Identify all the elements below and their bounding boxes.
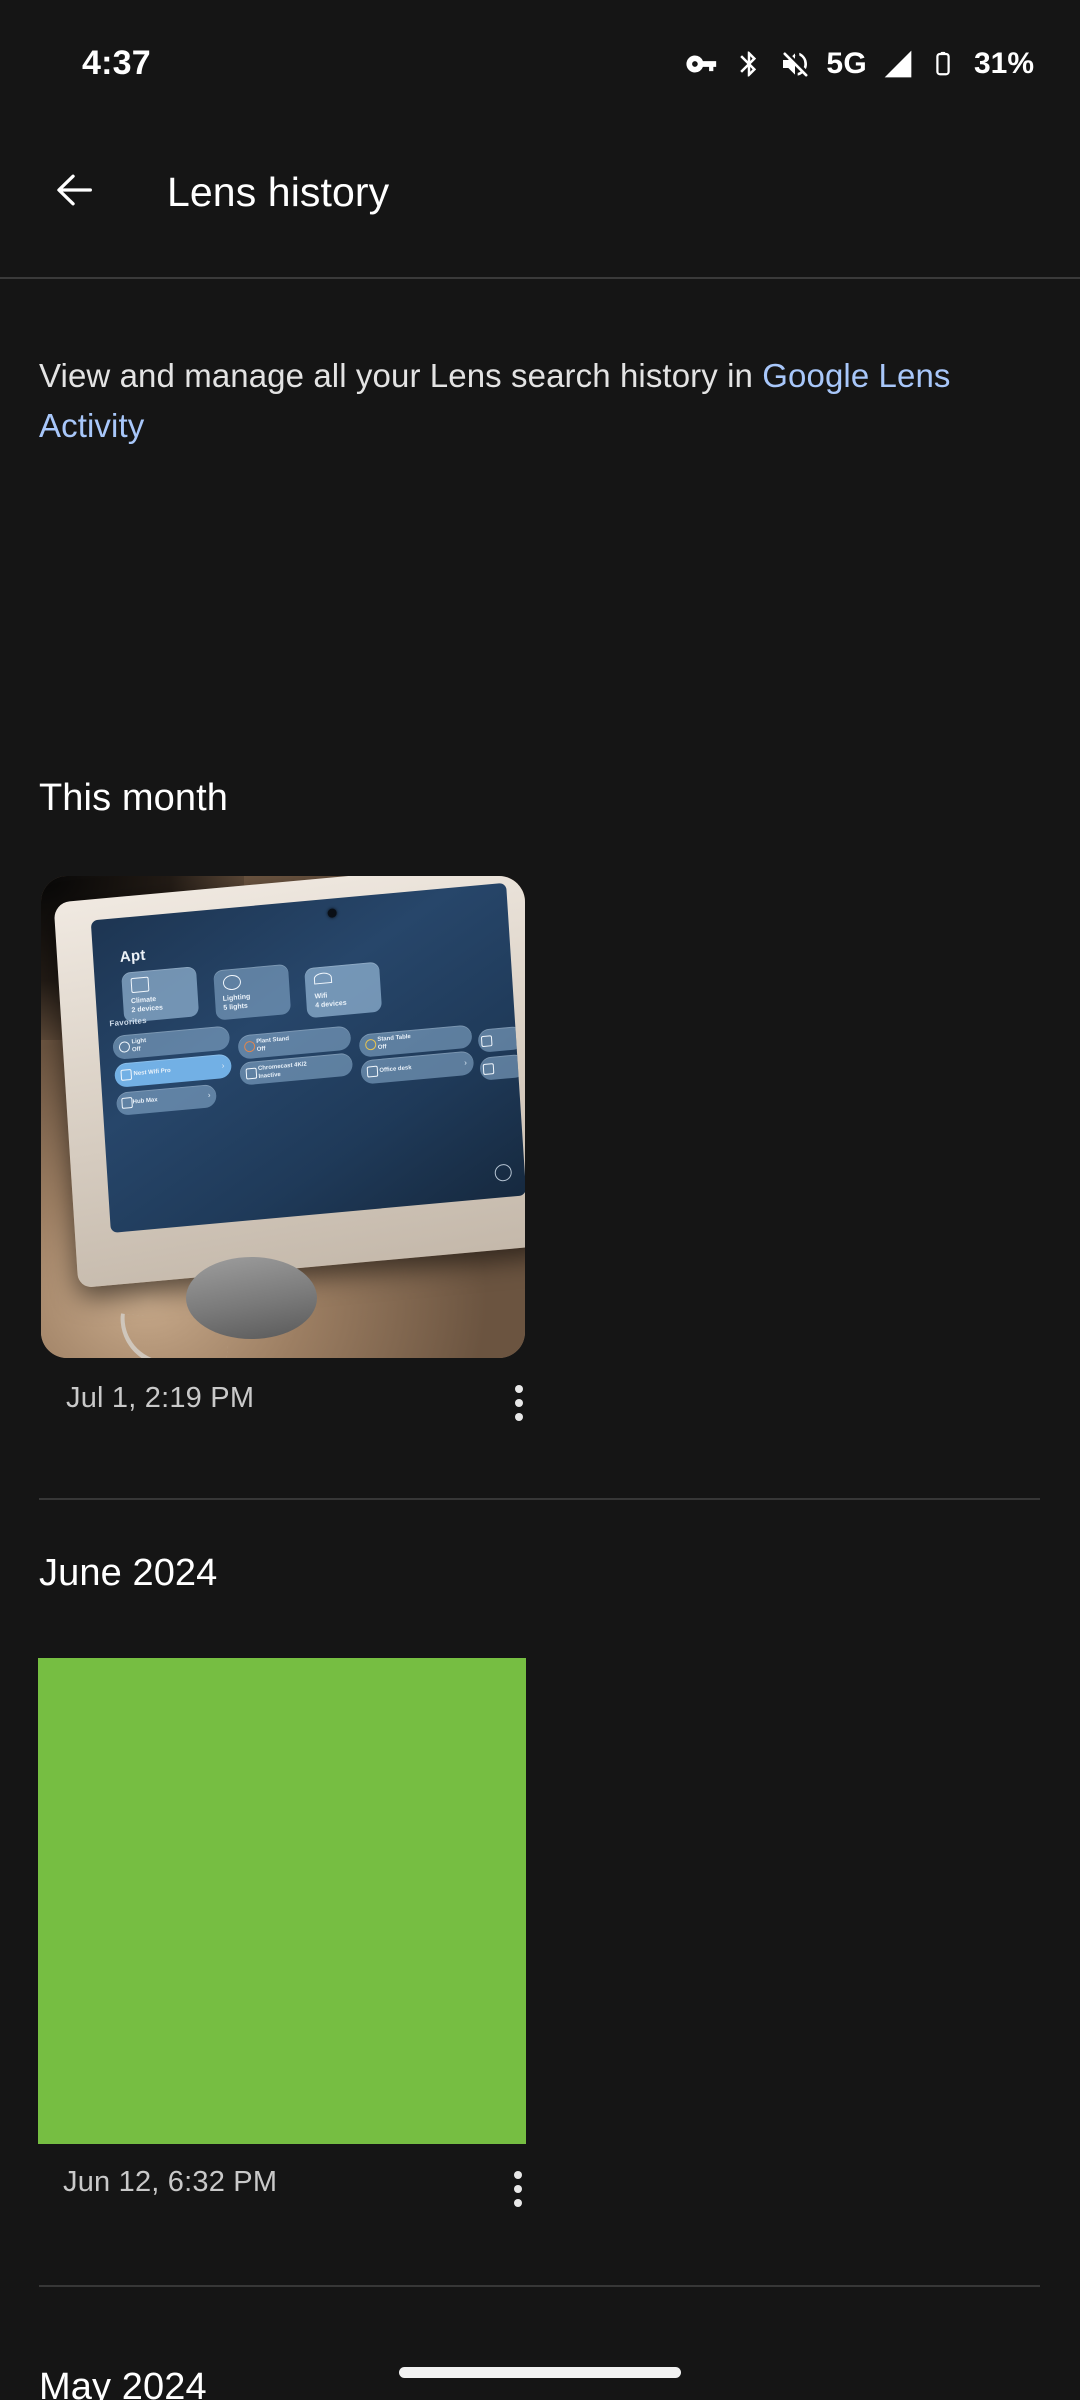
device-icon xyxy=(480,1034,493,1047)
chevron-right-icon: › xyxy=(464,1057,468,1067)
status-bar: 4:37 5G 31% xyxy=(0,0,1080,105)
plant-icon xyxy=(244,1040,256,1053)
router-icon xyxy=(120,1068,133,1081)
photo-background: Apt Climate2 devices Lighting5 lights xyxy=(41,876,525,1358)
history-card-date: Jul 1, 2:19 PM xyxy=(66,1382,255,1414)
section-divider xyxy=(39,2285,1040,2287)
device-row-stand-table-label: Stand Table Off xyxy=(377,1034,412,1052)
dot xyxy=(515,1385,523,1393)
history-card-footer: Jul 1, 2:19 PM xyxy=(41,1368,525,1438)
device-row-hub-max-label: Hub Max xyxy=(132,1097,159,1106)
device-row-nest-wifi-pro: Nest Wifi Pro › xyxy=(114,1053,233,1088)
device-row-edge-b xyxy=(479,1053,525,1082)
device-row-edge-a xyxy=(478,1025,525,1053)
back-arrow-icon xyxy=(52,167,98,218)
camera-dot-icon xyxy=(328,908,338,918)
tv-icon xyxy=(245,1066,258,1079)
solid-green-image xyxy=(38,1658,526,2144)
dot xyxy=(514,2185,522,2193)
tile-climate: Climate 2 devices xyxy=(121,965,200,1023)
tile-climate-label: Climate 2 devices xyxy=(130,995,164,1014)
info-icon xyxy=(494,1163,513,1182)
device-row-light-label: Light Off xyxy=(131,1037,147,1054)
history-card-footer: Jun 12, 6:32 PM xyxy=(38,2152,526,2222)
back-button[interactable] xyxy=(34,151,116,233)
app-bar: Lens history xyxy=(0,105,1080,278)
device-row-hub-max: Hub Max › xyxy=(116,1083,218,1116)
battery-icon xyxy=(929,50,957,78)
history-card[interactable]: Jun 12, 6:32 PM xyxy=(38,1658,526,2207)
section-divider xyxy=(39,1498,1040,1500)
tile-wifi-label: Wifi 4 devices xyxy=(314,992,348,1010)
history-card-date: Jun 12, 6:32 PM xyxy=(63,2166,278,2198)
history-list[interactable]: View and manage all your Lens search his… xyxy=(0,279,1080,2400)
status-icon-group: 5G 31% xyxy=(685,44,1034,84)
overflow-menu-button[interactable] xyxy=(486,2157,550,2221)
favorites-label: Favorites xyxy=(109,1015,148,1029)
signal-cellular-icon xyxy=(882,48,914,80)
smart-display-screen: Apt Climate2 devices Lighting5 lights xyxy=(90,882,525,1233)
network-type-label: 5G xyxy=(826,47,867,80)
dot xyxy=(514,2199,522,2207)
thermostat-icon xyxy=(130,976,150,993)
history-thumbnail-smart-display[interactable]: Apt Climate2 devices Lighting5 lights xyxy=(41,876,525,1358)
status-time: 4:37 xyxy=(82,44,151,82)
battery-percent-label: 31% xyxy=(973,47,1034,80)
volume-muted-icon xyxy=(779,48,811,80)
dot xyxy=(515,1413,523,1421)
device-row-nest-wifi-pro-label: Nest Wifi Pro xyxy=(133,1067,172,1078)
wifi-icon xyxy=(314,972,333,985)
table-icon xyxy=(365,1038,377,1051)
dot xyxy=(515,1399,523,1407)
section-header-may-2024: May 2024 xyxy=(39,2366,207,2400)
home-name-label: Apt xyxy=(119,946,147,967)
description-text: View and manage all your Lens search his… xyxy=(39,351,969,451)
tile-wifi: Wifi 4 devices xyxy=(304,961,383,1019)
device-icon xyxy=(482,1062,495,1075)
bluetooth-icon xyxy=(734,49,764,79)
section-header-june-2024: June 2024 xyxy=(39,1552,218,1594)
home-gesture-bar[interactable] xyxy=(399,2367,681,2378)
history-thumbnail-green[interactable] xyxy=(38,1658,526,2144)
device-row-chromecast-label: Chromecast 4K/2 Inactive xyxy=(257,1060,308,1080)
page-title: Lens history xyxy=(167,169,390,215)
chevron-right-icon: › xyxy=(207,1090,212,1100)
chevron-right-icon: › xyxy=(221,1060,225,1071)
device-row-office-desk-label: Office desk xyxy=(379,1064,412,1074)
lightbulb-icon xyxy=(222,974,242,991)
vpn-key-icon xyxy=(685,47,719,81)
tile-lighting: Lighting 5 lights xyxy=(212,963,291,1021)
phone-screen: 4:37 5G 31% Lens history View and manage… xyxy=(0,0,1080,2400)
description-prefix: View and manage all your Lens search his… xyxy=(39,357,763,394)
dot xyxy=(514,2171,522,2179)
section-header-this-month: This month xyxy=(39,777,228,819)
device-row-plant-stand-label: Plant Stand Off xyxy=(256,1035,290,1053)
history-card[interactable]: Apt Climate2 devices Lighting5 lights xyxy=(41,876,525,1421)
smart-display-body: Apt Climate2 devices Lighting5 lights xyxy=(53,876,525,1288)
tile-lighting-label: Lighting 5 lights xyxy=(222,993,251,1012)
desk-icon xyxy=(366,1065,379,1078)
lamp-icon xyxy=(118,1040,131,1053)
overflow-menu-button[interactable] xyxy=(487,1371,551,1435)
